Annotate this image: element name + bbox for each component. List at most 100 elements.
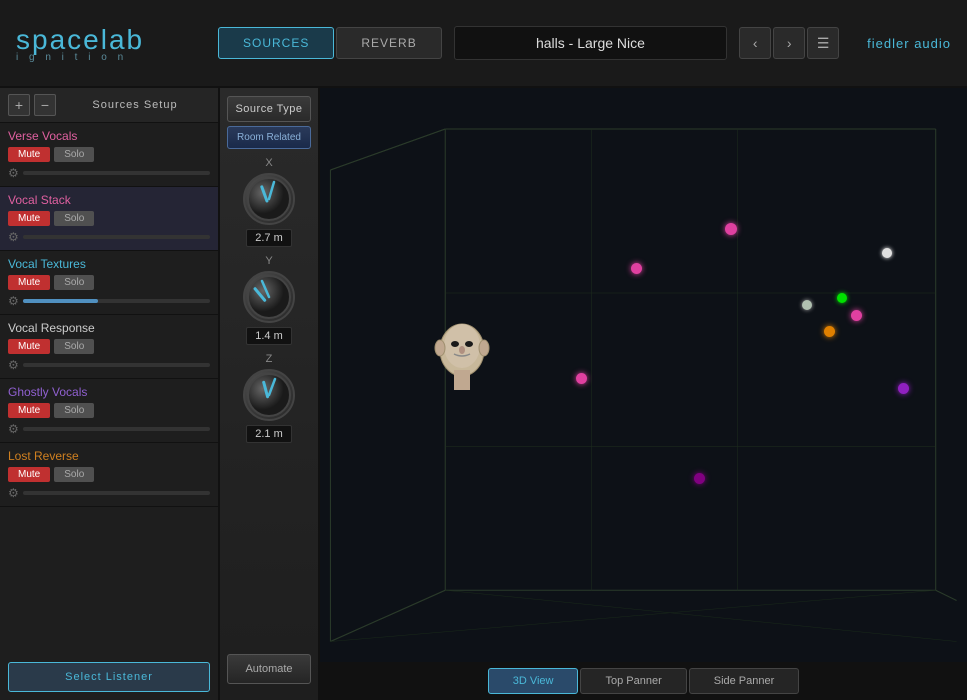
volume-bar-stack[interactable] (23, 235, 210, 239)
x-knob[interactable] (243, 173, 295, 225)
add-source-button[interactable]: + (8, 94, 30, 116)
preset-name[interactable]: halls - Large Nice (454, 26, 727, 60)
prev-preset-button[interactable]: ‹ (739, 27, 771, 59)
nav-buttons: SOURCES REVERB (218, 27, 442, 59)
z-knob-section: Z 2.1 m (243, 353, 295, 443)
source-dot-5[interactable] (802, 300, 812, 310)
source-name-vocal-response: Vocal Response (8, 321, 210, 335)
view-tabs: 3D View Top Panner Side Panner (320, 662, 967, 700)
source-controls-ghostly: ⚙ (8, 422, 210, 436)
sources-nav-button[interactable]: SOURCES (218, 27, 334, 59)
source-dot-8[interactable] (576, 373, 587, 384)
brand-label: fiedler audio (867, 36, 951, 51)
source-item-verse-vocals[interactable]: Verse Vocals Mute Solo ⚙ (0, 123, 218, 187)
mute-response-button[interactable]: Mute (8, 339, 50, 354)
automate-button[interactable]: Automate (227, 654, 311, 684)
nav-arrows: ‹ › ☰ (739, 27, 839, 59)
source-type-button[interactable]: Source Type (227, 96, 311, 122)
source-dot-2[interactable] (882, 248, 892, 258)
gear-icon-ghostly[interactable]: ⚙ (8, 422, 19, 436)
mute-ghostly-button[interactable]: Mute (8, 403, 50, 418)
top-bar: spacelab i g n i t i o n SOURCES REVERB … (0, 0, 967, 88)
reverb-nav-button[interactable]: REVERB (336, 27, 441, 59)
view-tab-side[interactable]: Side Panner (689, 668, 800, 694)
y-knob[interactable] (243, 271, 295, 323)
source-dot-3[interactable] (631, 263, 642, 274)
view-tab-3d[interactable]: 3D View (488, 668, 579, 694)
source-dot-6[interactable] (851, 310, 862, 321)
source-controls-response: ⚙ (8, 358, 210, 372)
gear-icon-response[interactable]: ⚙ (8, 358, 19, 372)
solo-stack-button[interactable]: Solo (54, 211, 94, 226)
z-value: 2.1 m (246, 425, 292, 443)
source-buttons-stack: Mute Solo (8, 211, 210, 226)
source-item-vocal-stack[interactable]: Vocal Stack Mute Solo ⚙ (0, 187, 218, 251)
source-controls-textures: ⚙ (8, 294, 210, 308)
sources-header: + − Sources Setup (0, 88, 218, 123)
z-knob[interactable] (243, 369, 295, 421)
source-buttons-lost: Mute Solo (8, 467, 210, 482)
y-knob-section: Y 1.4 m (243, 255, 295, 345)
listener-head (430, 318, 495, 393)
mute-textures-button[interactable]: Mute (8, 275, 50, 290)
source-item-lost-reverse[interactable]: Lost Reverse Mute Solo ⚙ (0, 443, 218, 507)
logo-area: spacelab i g n i t i o n (16, 24, 206, 63)
source-dot-7[interactable] (824, 326, 835, 337)
y-value: 1.4 m (246, 327, 292, 345)
gear-icon-verse[interactable]: ⚙ (8, 166, 19, 180)
source-buttons-ghostly: Mute Solo (8, 403, 210, 418)
source-dot-10[interactable] (694, 473, 705, 484)
view-tab-top[interactable]: Top Panner (580, 668, 686, 694)
source-name-lost-reverse: Lost Reverse (8, 449, 210, 463)
source-name-ghostly-vocals: Ghostly Vocals (8, 385, 210, 399)
main-content: + − Sources Setup Verse Vocals Mute Solo… (0, 88, 967, 700)
solo-lost-button[interactable]: Solo (54, 467, 94, 482)
volume-bar-lost[interactable] (23, 491, 210, 495)
source-item-vocal-textures[interactable]: Vocal Textures Mute Solo ⚙ (0, 251, 218, 315)
y-label: Y (265, 255, 272, 267)
x-value: 2.7 m (246, 229, 292, 247)
source-controls-lost: ⚙ (8, 486, 210, 500)
gear-icon-lost[interactable]: ⚙ (8, 486, 19, 500)
view-3d[interactable] (320, 88, 967, 662)
source-controls-verse: ⚙ (8, 166, 210, 180)
solo-response-button[interactable]: Solo (54, 339, 94, 354)
sources-setup-label: Sources Setup (60, 99, 210, 111)
mute-verse-button[interactable]: Mute (8, 147, 50, 162)
source-item-ghostly-vocals[interactable]: Ghostly Vocals Mute Solo ⚙ (0, 379, 218, 443)
source-dot-9[interactable] (898, 383, 909, 394)
source-dot-4[interactable] (837, 293, 847, 303)
sources-panel: + − Sources Setup Verse Vocals Mute Solo… (0, 88, 220, 700)
volume-bar-verse[interactable] (23, 171, 210, 175)
source-item-vocal-response[interactable]: Vocal Response Mute Solo ⚙ (0, 315, 218, 379)
gear-icon-textures[interactable]: ⚙ (8, 294, 19, 308)
solo-textures-button[interactable]: Solo (54, 275, 94, 290)
view-panel: 3D View Top Panner Side Panner (320, 88, 967, 700)
volume-bar-response[interactable] (23, 363, 210, 367)
next-preset-button[interactable]: › (773, 27, 805, 59)
x-knob-section: X 2.7 m (243, 157, 295, 247)
source-buttons-response: Mute Solo (8, 339, 210, 354)
remove-source-button[interactable]: − (34, 94, 56, 116)
source-name-vocal-textures: Vocal Textures (8, 257, 210, 271)
mute-lost-button[interactable]: Mute (8, 467, 50, 482)
source-controls-stack: ⚙ (8, 230, 210, 244)
source-dot-1[interactable] (725, 223, 737, 235)
source-name-verse-vocals: Verse Vocals (8, 129, 210, 143)
volume-bar-textures[interactable] (23, 299, 210, 303)
gear-icon-stack[interactable]: ⚙ (8, 230, 19, 244)
x-label: X (265, 157, 272, 169)
room-related-button[interactable]: Room Related (227, 126, 311, 149)
menu-button[interactable]: ☰ (807, 27, 839, 59)
solo-ghostly-button[interactable]: Solo (54, 403, 94, 418)
select-listener-button[interactable]: Select Listener (8, 662, 210, 692)
z-label: Z (266, 353, 273, 365)
solo-verse-button[interactable]: Solo (54, 147, 94, 162)
source-buttons-verse: Mute Solo (8, 147, 210, 162)
controls-panel: Source Type Room Related X 2.7 m (220, 88, 320, 700)
mute-stack-button[interactable]: Mute (8, 211, 50, 226)
source-name-vocal-stack: Vocal Stack (8, 193, 210, 207)
source-buttons-textures: Mute Solo (8, 275, 210, 290)
logo-sub: i g n i t i o n (16, 52, 127, 63)
volume-bar-ghostly[interactable] (23, 427, 210, 431)
